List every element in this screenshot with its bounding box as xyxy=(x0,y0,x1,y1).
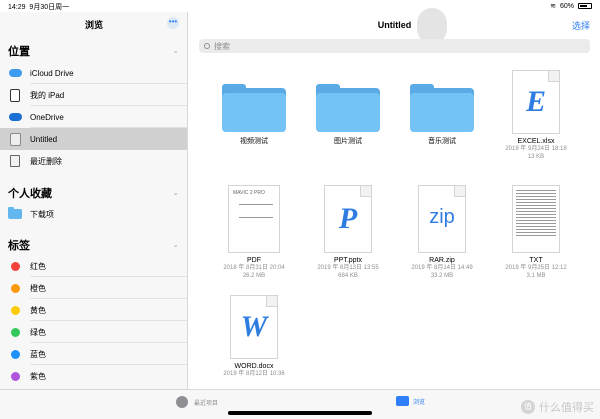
page-title: Untitled xyxy=(377,20,412,30)
sidebar-item-downloads[interactable]: 下载项 xyxy=(0,203,187,225)
main-content: Untitled 选择 搜索 视频测试 图片测试 音乐测试 E EXCEL.xl… xyxy=(189,8,600,389)
folder-icon xyxy=(410,84,474,132)
excel-file-icon: E xyxy=(512,70,560,134)
file-item-zip[interactable]: zip RAR.zip 2019 年 8月14日 14:49 33.2 MB xyxy=(397,185,487,280)
status-time: 14:29 9月30日周一 xyxy=(8,4,70,11)
status-bar: 14:29 9月30日周一 ≋ 60% xyxy=(0,0,600,12)
sidebar-tag-blue[interactable]: 蓝色 xyxy=(0,343,187,365)
chevron-down-icon[interactable]: ⌄ xyxy=(172,46,179,55)
pdf-thumbnail: MAVIC 2 PRO xyxy=(228,185,280,253)
tab-bar: 最近项目 浏览 值 什么值得买 xyxy=(0,389,600,419)
status-right: ≋ 60% xyxy=(550,2,592,10)
tag-dot-icon xyxy=(10,283,20,293)
file-item-word[interactable]: W WORD.docx 2019 年 8月12日 10:36 xyxy=(209,295,299,378)
tag-dot-icon xyxy=(10,371,20,381)
file-size: 33.2 MB xyxy=(430,273,454,279)
chevron-down-icon[interactable]: ⌄ xyxy=(172,240,179,249)
file-date: 2019 年 8月13日 13:55 xyxy=(317,265,379,271)
sidebar-item-onedrive[interactable]: OneDrive xyxy=(0,106,187,128)
file-name: PDF xyxy=(247,257,261,264)
zip-file-icon: zip xyxy=(418,185,466,253)
sidebar-tag-yellow[interactable]: 黄色 xyxy=(0,299,187,321)
trash-icon xyxy=(8,154,22,168)
file-item-excel[interactable]: E EXCEL.xlsx 2019 年 9月24日 18:18 13 KB xyxy=(491,70,581,161)
file-size: 684 KB xyxy=(338,273,358,279)
search-placeholder: 搜索 xyxy=(214,41,230,51)
file-size: 3.1 MB xyxy=(526,273,546,279)
file-name: RAR.zip xyxy=(429,257,455,264)
favorites-header[interactable]: 个人收藏 xyxy=(8,185,52,201)
file-item-ppt[interactable]: P PPT.pptx 2019 年 8月13日 13:55 684 KB xyxy=(303,185,393,280)
file-size: 13 KB xyxy=(527,154,545,160)
sidebar-tag-orange[interactable]: 橙色 xyxy=(0,277,187,299)
ipad-icon xyxy=(8,88,22,102)
sidebar-item-icloud[interactable]: iCloud Drive xyxy=(0,62,187,84)
tag-dot-icon xyxy=(10,327,20,337)
folder-icon xyxy=(222,84,286,132)
file-item-folder[interactable]: 音乐测试 xyxy=(397,84,487,146)
more-button[interactable]: ••• xyxy=(167,17,179,29)
sidebar-title: 浏览 xyxy=(84,20,103,30)
select-button[interactable]: 选择 xyxy=(572,19,590,32)
file-name: PPT.pptx xyxy=(333,257,362,264)
watermark: 值 什么值得买 xyxy=(521,399,594,415)
search-input[interactable]: 搜索 xyxy=(199,39,590,53)
sidebar-tag-green[interactable]: 绿色 xyxy=(0,321,187,343)
search-icon xyxy=(204,43,210,49)
file-date: 2018 年 8月31日 20:04 xyxy=(223,265,285,271)
file-size: 26.2 MB xyxy=(242,273,266,279)
tag-dot-icon xyxy=(10,305,20,315)
file-name: TXT xyxy=(529,257,543,264)
tag-dot-icon xyxy=(10,261,20,271)
sidebar-tag-red[interactable]: 红色 xyxy=(0,255,187,277)
ppt-file-icon: P xyxy=(324,185,372,253)
sidebar: 浏览 ••• 位置 ⌄ iCloud Drive 我的 iPad OneDriv… xyxy=(0,12,188,389)
file-date: 2019 年 8月12日 10:36 xyxy=(223,371,285,377)
file-date: 2019 年 9月25日 12:12 xyxy=(505,265,567,271)
battery-percent: 60% xyxy=(559,2,574,10)
usb-drive-icon xyxy=(8,132,22,146)
txt-thumbnail xyxy=(512,185,560,253)
folder-icon xyxy=(396,396,409,406)
icloud-icon xyxy=(8,66,22,80)
tab-recents[interactable]: 最近项目 xyxy=(176,396,218,408)
file-name: 图片测试 xyxy=(334,138,362,145)
file-item-txt[interactable]: TXT 2019 年 9月25日 12:12 3.1 MB xyxy=(491,185,581,280)
home-indicator[interactable] xyxy=(228,411,372,415)
battery-icon xyxy=(578,3,592,9)
file-item-folder[interactable]: 视频测试 xyxy=(209,84,299,146)
cloud-icon xyxy=(8,110,22,124)
folder-icon xyxy=(316,84,380,132)
sidebar-item-recently-deleted[interactable]: 最近删除 xyxy=(0,150,187,172)
file-name: EXCEL.xlsx xyxy=(517,138,555,145)
file-item-folder[interactable]: 图片测试 xyxy=(303,84,393,146)
file-date: 2019 年 8月14日 14:49 xyxy=(411,265,473,271)
sidebar-item-untitled[interactable]: Untitled xyxy=(0,128,187,150)
file-item-pdf[interactable]: MAVIC 2 PRO PDF 2018 年 8月31日 20:04 26.2 … xyxy=(209,185,299,280)
word-file-icon: W xyxy=(230,295,278,359)
file-name: WORD.docx xyxy=(234,363,274,370)
file-date: 2019 年 9月24日 18:18 xyxy=(505,146,567,152)
sidebar-item-my-ipad[interactable]: 我的 iPad xyxy=(0,84,187,106)
tab-browse[interactable]: 浏览 xyxy=(396,396,425,406)
file-name: 音乐测试 xyxy=(428,138,456,145)
folder-icon xyxy=(8,207,22,221)
locations-header[interactable]: 位置 xyxy=(8,43,30,59)
sidebar-tag-purple[interactable]: 紫色 xyxy=(0,365,187,387)
file-name: 视频测试 xyxy=(240,138,268,145)
chevron-down-icon[interactable]: ⌄ xyxy=(172,188,179,197)
clock-icon xyxy=(176,396,188,408)
tags-header[interactable]: 标签 xyxy=(8,237,30,253)
wifi-icon: ≋ xyxy=(550,3,556,10)
tag-dot-icon xyxy=(10,349,20,359)
